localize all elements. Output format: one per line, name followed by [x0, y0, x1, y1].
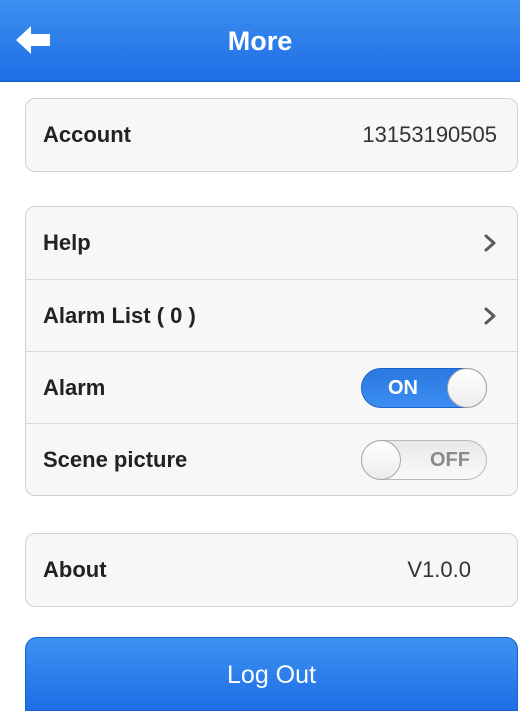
account-group: Account 13153190505 [25, 98, 518, 172]
account-label: Account [43, 122, 131, 147]
page-title: More [227, 26, 293, 56]
about-row: About V1.0.0 [26, 534, 517, 606]
alarm-row: Alarm ON [26, 351, 517, 423]
arrow-left-icon [16, 26, 50, 54]
alarm-toggle-text: ON [388, 377, 418, 399]
account-row: Account 13153190505 [26, 99, 517, 171]
scene-picture-row: Scene picture OFF [26, 423, 517, 495]
scene-picture-toggle-text: OFF [430, 449, 470, 471]
help-label: Help [43, 230, 91, 255]
scene-picture-label: Scene picture [43, 447, 188, 472]
alarm-list-label: Alarm List ( 0 ) [43, 303, 196, 328]
alarm-label: Alarm [43, 375, 106, 400]
settings-group: Help Alarm List ( 0 ) Alarm ON Scene pic… [25, 206, 518, 496]
about-group: About V1.0.0 [25, 533, 518, 607]
toggle-knob [361, 440, 401, 480]
version-value: V1.0.0 [407, 557, 471, 582]
chevron-right-icon [484, 307, 496, 325]
alarm-list-row[interactable]: Alarm List ( 0 ) [26, 279, 517, 351]
help-row[interactable]: Help [26, 207, 517, 279]
scene-picture-toggle[interactable]: OFF [361, 440, 487, 480]
about-label: About [43, 557, 107, 582]
nav-bar: More [0, 0, 520, 82]
account-value: 13153190505 [362, 122, 497, 147]
toggle-knob [447, 368, 487, 408]
back-button[interactable] [14, 24, 54, 56]
alarm-toggle[interactable]: ON [361, 368, 487, 408]
logout-button[interactable]: Log Out [25, 637, 518, 711]
chevron-right-icon [484, 234, 496, 252]
